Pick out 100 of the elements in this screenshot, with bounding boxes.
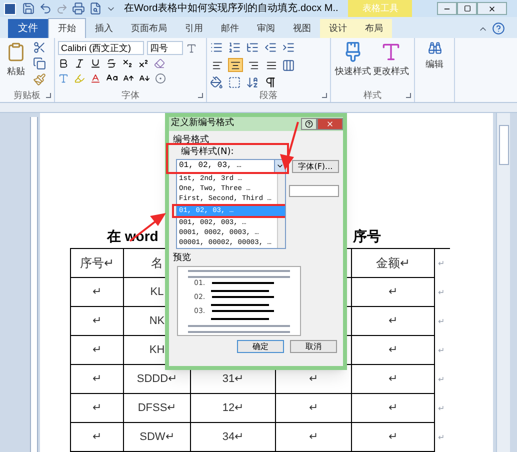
section-label: 编号格式 xyxy=(173,135,210,146)
cut-icon[interactable] xyxy=(33,41,46,54)
close-icon xyxy=(326,120,334,128)
dialog-launcher-icon[interactable] xyxy=(406,93,411,98)
table-cell: SDW↵ xyxy=(124,423,191,451)
superscript-icon[interactable] xyxy=(138,58,149,69)
show-marks-icon[interactable] xyxy=(264,76,277,89)
shrink-font-icon[interactable] xyxy=(139,72,150,84)
editing-button[interactable]: 编辑 xyxy=(426,58,444,72)
group-label: 剪贴板 xyxy=(14,88,40,102)
table-cell: ↵ xyxy=(352,336,435,364)
number-style-dropdown[interactable]: 01, 02, 03, … xyxy=(176,159,286,173)
help-icon[interactable] xyxy=(492,22,505,35)
table-cell: 金额↵ xyxy=(352,249,435,277)
table-cell: ↵ xyxy=(70,278,124,306)
numbering-icon[interactable] xyxy=(228,41,241,54)
subscript-icon[interactable] xyxy=(122,58,133,69)
font-name-field[interactable]: Calibri (西文正文) xyxy=(58,41,144,55)
section-label: 预览 xyxy=(173,253,192,264)
word-logo-icon[interactable] xyxy=(4,2,16,14)
copy-icon[interactable] xyxy=(33,57,46,70)
font-color-icon[interactable] xyxy=(90,72,101,84)
group-label: 字体 xyxy=(122,88,140,102)
table-cell: ↵ xyxy=(70,336,124,364)
dialog-button[interactable]: 取消 xyxy=(290,340,337,353)
print-preview-icon[interactable] xyxy=(89,2,102,15)
clear-formatting-icon[interactable] xyxy=(154,58,165,69)
format-painter-icon[interactable] xyxy=(33,73,46,86)
table-cell: 34↵ xyxy=(191,423,276,451)
window-title: 在Word表格中如何实现序列的自动填充.docx M.. xyxy=(124,2,338,16)
ribbon-tab[interactable]: 引用 xyxy=(176,19,212,38)
font-button[interactable]: 字体(F)... xyxy=(292,160,339,172)
dropdown-caret-icon[interactable] xyxy=(274,160,285,172)
binoculars-icon[interactable] xyxy=(428,41,442,55)
dialog-launcher-icon[interactable] xyxy=(322,93,327,98)
preview-line xyxy=(212,310,274,312)
field-label: 编号样式(N): xyxy=(181,147,235,158)
borders-icon[interactable] xyxy=(228,76,241,89)
table-cell: 序号↵ xyxy=(70,249,124,277)
bold-icon[interactable] xyxy=(58,58,69,69)
print-icon[interactable] xyxy=(72,2,85,15)
dialog-button[interactable]: 确定 xyxy=(237,340,284,353)
preview-line xyxy=(211,290,269,292)
number-format-field[interactable] xyxy=(289,185,339,197)
paste-icon[interactable] xyxy=(6,41,26,63)
dialog-title: 定义新编号格式 xyxy=(171,117,234,130)
dialog-launcher-icon[interactable] xyxy=(198,93,203,98)
multilevel-list-icon[interactable] xyxy=(246,41,259,54)
close-button[interactable] xyxy=(477,2,507,15)
font-size-field[interactable]: 四号 xyxy=(147,41,183,55)
table-cell: ↵ xyxy=(352,365,435,393)
undo-icon[interactable] xyxy=(39,2,52,15)
maximize-icon xyxy=(464,5,470,12)
group-label: 样式 xyxy=(364,88,382,102)
ribbon-tab[interactable]: 视图 xyxy=(284,19,320,38)
ribbon-tab[interactable]: 插入 xyxy=(86,19,122,38)
table-cell: ↵ xyxy=(352,423,435,451)
document-heading: 序号 xyxy=(353,227,381,246)
underline-icon[interactable] xyxy=(90,58,101,69)
maximize-button[interactable] xyxy=(457,2,477,15)
preview-line xyxy=(211,318,269,320)
table-cell: ↵ xyxy=(352,307,435,335)
dialog-launcher-icon[interactable] xyxy=(46,93,51,98)
italic-icon[interactable] xyxy=(74,58,85,69)
decrease-indent-icon[interactable] xyxy=(264,41,277,54)
text-effects-icon[interactable] xyxy=(58,72,69,84)
shading-icon[interactable] xyxy=(210,76,223,89)
help-button[interactable] xyxy=(301,118,317,130)
close-icon xyxy=(488,4,496,12)
styles-button[interactable]: 快速样式 xyxy=(335,65,371,78)
save-icon[interactable] xyxy=(22,2,35,15)
scroll-bar[interactable] xyxy=(496,113,510,452)
sort-icon[interactable] xyxy=(246,76,259,89)
ribbon-tab[interactable]: 开始 xyxy=(48,18,86,38)
row-end-mark: ↵ xyxy=(438,344,445,356)
ribbon-tab[interactable]: 页面布局 xyxy=(122,19,176,38)
row-end-mark: ↵ xyxy=(438,432,445,444)
row-end-mark: ↵ xyxy=(438,316,445,328)
table-cell: ↵ xyxy=(70,307,124,335)
row-end-mark: ↵ xyxy=(438,402,445,414)
scroll-thumb[interactable] xyxy=(498,125,508,165)
ribbon-tab[interactable]: 邮件 xyxy=(212,19,248,38)
grow-font-icon[interactable] xyxy=(123,72,134,84)
styles-button[interactable]: 更改样式 xyxy=(373,65,409,78)
ribbon-tab[interactable]: 审阅 xyxy=(248,19,284,38)
help-icon xyxy=(305,120,313,128)
arrow xyxy=(279,121,300,171)
table-cell: 12↵ xyxy=(191,394,276,422)
file-tab[interactable]: 文件 xyxy=(8,19,48,38)
align-button[interactable] xyxy=(228,58,243,72)
strikethrough-icon[interactable] xyxy=(106,58,117,69)
ribbon-tab[interactable]: 设计 xyxy=(320,19,356,38)
table-cell: ↵ xyxy=(70,423,124,451)
table-cell: DFSS↵ xyxy=(124,394,191,422)
row-end-mark: ↵ xyxy=(438,374,445,386)
increase-indent-icon[interactable] xyxy=(282,41,295,54)
row-end-mark: ↵ xyxy=(438,258,445,270)
paste-button[interactable]: 粘贴 xyxy=(7,65,25,78)
ribbon-tab[interactable]: 布局 xyxy=(356,19,392,38)
context-tab-group: 表格工具 xyxy=(348,0,412,17)
